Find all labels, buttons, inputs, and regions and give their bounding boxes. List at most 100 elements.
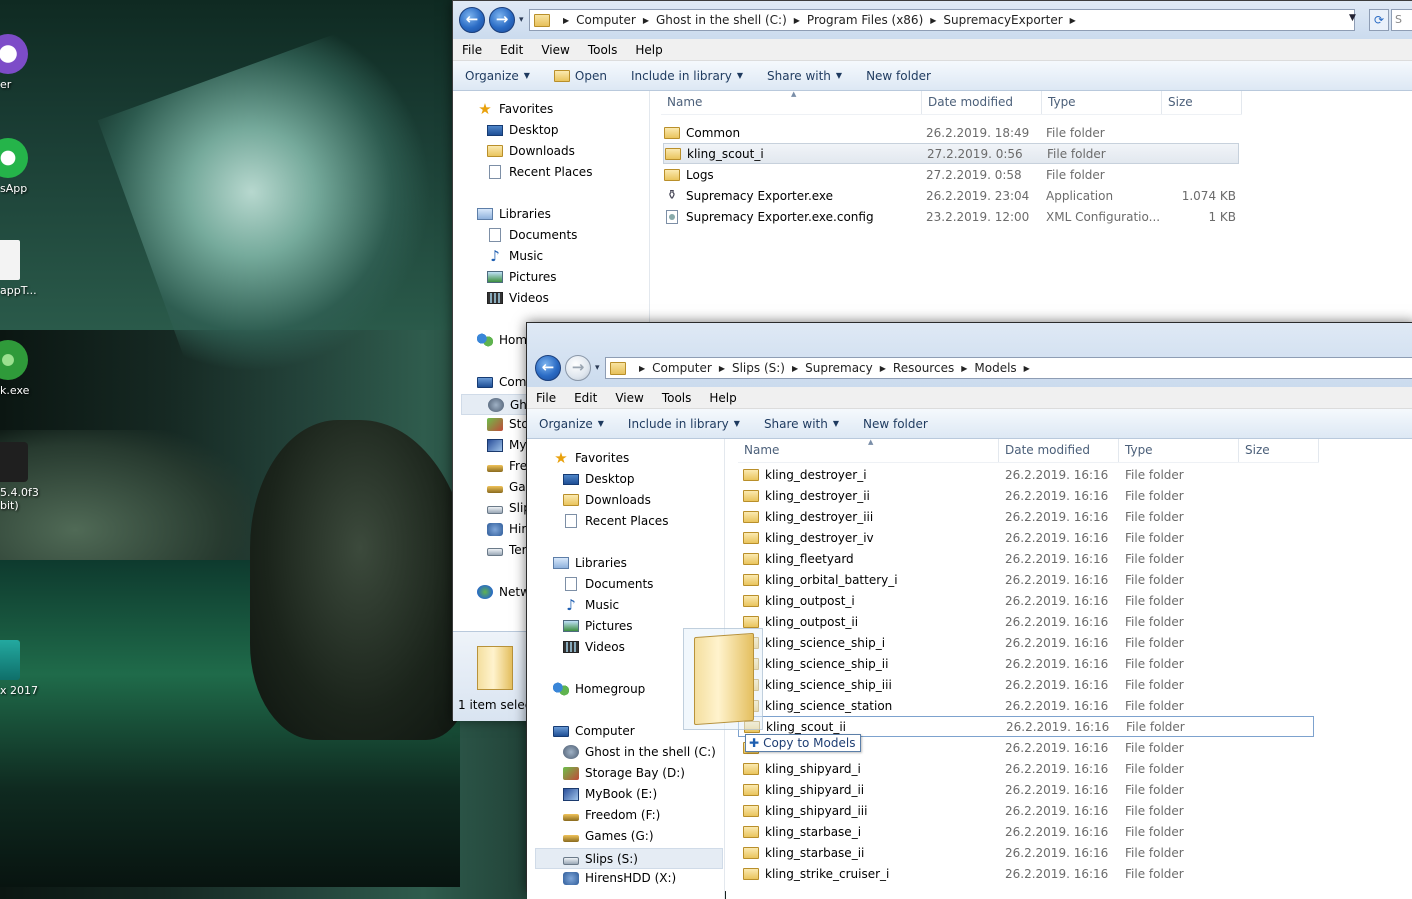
nav-videos[interactable]: Videos (563, 640, 625, 654)
nav-drive-s[interactable]: Slip (487, 501, 531, 515)
nav-drive-x[interactable]: Hir (487, 522, 526, 536)
menu-file[interactable]: File (527, 391, 565, 405)
search-box[interactable]: S (1391, 9, 1412, 31)
open-button[interactable]: Open (542, 69, 619, 83)
organize-button[interactable]: Organize ▼ (527, 417, 616, 431)
nav-drive-f[interactable]: Fre (487, 459, 527, 473)
breadcrumb-computer[interactable]: Computer ▶ (576, 13, 656, 27)
address-bar[interactable]: ▶ Computer ▶ Slips (S:) ▶ Supremacy ▶ Resou… (605, 357, 1412, 379)
nav-favorites[interactable]: ★ Favorites (553, 451, 629, 466)
column-name[interactable]: ▲ Name (661, 91, 922, 114)
nav-pictures[interactable]: Pictures (487, 270, 557, 284)
nav-libraries[interactable]: Libraries (477, 207, 551, 221)
nav-computer[interactable]: Computer (553, 724, 635, 738)
breadcrumb-drive-s[interactable]: Slips (S:) ▶ (732, 361, 805, 375)
nav-documents[interactable]: Documents (563, 577, 653, 591)
column-size[interactable]: Size (1162, 91, 1242, 114)
file-row[interactable]: kling_fleetyard 26.2.2019. 16:16 File fold… (743, 548, 1239, 569)
include-in-library-button[interactable]: Include in library ▼ (616, 417, 752, 431)
nav-drive-e[interactable]: My (487, 438, 526, 452)
file-row[interactable]: kling_starbase_i 26.2.2019. 16:16 File fol… (743, 821, 1239, 842)
nav-network[interactable]: Netw (477, 585, 530, 599)
file-row[interactable]: kling_outpost_ii 26.2.2019. 16:16 File fol… (743, 611, 1239, 632)
nav-desktop[interactable]: Desktop (563, 472, 635, 486)
recent-pages-dropdown[interactable]: ▾ (519, 15, 529, 25)
nav-downloads[interactable]: Downloads (487, 144, 575, 158)
nav-videos[interactable]: Videos (487, 291, 549, 305)
nav-drive-s[interactable]: Slips (S:) (535, 848, 723, 869)
breadcrumb-drive-c[interactable]: Ghost in the shell (C:) ▶ (656, 13, 807, 27)
address-bar[interactable]: ▶ Computer ▶ Ghost in the shell (C:) ▶ Pro… (529, 9, 1355, 31)
file-row[interactable]: kling_starbase_ii 26.2.2019. 16:16 File fo… (743, 842, 1239, 863)
nav-homegroup[interactable]: Hom (477, 333, 527, 347)
menu-tools[interactable]: Tools (579, 43, 627, 57)
nav-drive-g[interactable]: Gar (487, 480, 531, 494)
nav-homegroup[interactable]: Homegroup (553, 682, 645, 696)
breadcrumb-supremacy[interactable]: Supremacy ▶ (805, 361, 893, 375)
file-row-selected[interactable]: kling_scout_i 27.2.2019. 0:56 File folder (663, 143, 1239, 164)
breadcrumb-supremacyexporter[interactable]: SupremacyExporter ▶ (943, 13, 1082, 27)
desktop-icon-3dsmax[interactable]: x 2017 (0, 640, 46, 697)
include-in-library-button[interactable]: Include in library ▼ (619, 69, 755, 83)
menu-tools[interactable]: Tools (653, 391, 701, 405)
file-row[interactable]: kling_destroyer_i 26.2.2019. 16:16 File fo… (743, 464, 1239, 485)
file-row[interactable]: kling_destroyer_ii 26.2.2019. 16:16 File f… (743, 485, 1239, 506)
column-date[interactable]: Date modified (922, 91, 1042, 114)
new-folder-button[interactable]: New folder (854, 69, 943, 83)
file-row[interactable]: Common 26.2.2019. 18:49 File folder (664, 122, 1236, 143)
refresh-icon[interactable]: ⟳ (1369, 9, 1389, 31)
nav-recent-places[interactable]: Recent Places (487, 165, 592, 179)
file-row[interactable]: kling_science_ship_i 26.2.2019. 16:16 File… (743, 632, 1239, 653)
file-row[interactable]: kling_science_ship_iii 26.2.2019. 16:16 Fi… (743, 674, 1239, 695)
nav-drive-d[interactable]: Storage Bay (D:) (563, 766, 685, 780)
desktop-icon-document[interactable]: appT... (0, 240, 46, 297)
menu-view[interactable]: View (606, 391, 652, 405)
file-row[interactable]: kling_science_station 26.2.2019. 16:16 Fil… (743, 695, 1239, 716)
file-row[interactable]: kling_outpost_i 26.2.2019. 16:16 File fold… (743, 590, 1239, 611)
recent-pages-dropdown[interactable]: ▾ (595, 363, 605, 373)
nav-computer[interactable]: Com (477, 375, 526, 389)
column-date[interactable]: Date modified (999, 439, 1119, 462)
nav-drive-x[interactable]: HirensHDD (X:) (563, 871, 676, 885)
forward-button[interactable]: → (489, 7, 515, 33)
menu-view[interactable]: View (532, 43, 578, 57)
nav-drive-c[interactable]: Ghost in the shell (C:) (563, 745, 716, 759)
menu-edit[interactable]: Edit (491, 43, 532, 57)
column-size[interactable]: Size (1239, 439, 1319, 462)
file-row[interactable]: ⚱ Supremacy Exporter.exe 26.2.2019. 23:04… (664, 185, 1236, 206)
nav-recent-places[interactable]: Recent Places (563, 514, 668, 528)
desktop-icon-whatsapp[interactable]: sApp (0, 138, 46, 195)
back-button[interactable]: ← (459, 7, 485, 33)
file-row[interactable]: kling_shipyard_iii 26.2.2019. 16:16 File f… (743, 800, 1239, 821)
column-type[interactable]: Type (1119, 439, 1239, 462)
file-row[interactable]: Supremacy Exporter.exe.config 23.2.2019.… (664, 206, 1236, 227)
nav-music[interactable]: ♪ Music (487, 249, 543, 264)
column-name[interactable]: ▲ Name (738, 439, 999, 462)
explorer-window-models[interactable]: ← → ▾ ▶ Computer ▶ Slips (S:) ▶ Supremacy ▶… (526, 322, 1412, 899)
menu-help[interactable]: Help (700, 391, 745, 405)
nav-drive-g[interactable]: Games (G:) (563, 829, 654, 843)
address-dropdown-icon[interactable]: ▼ (1349, 13, 1356, 23)
file-row[interactable]: kling_destroyer_iii 26.2.2019. 16:16 File … (743, 506, 1239, 527)
forward-button[interactable]: → (565, 355, 591, 381)
column-type[interactable]: Type (1042, 91, 1162, 114)
file-row[interactable]: Logs 27.2.2019. 0:58 File folder (664, 164, 1236, 185)
desktop-icon-unity[interactable]: 5.4.0f3 bit) (0, 442, 46, 512)
nav-music[interactable]: ♪ Music (563, 598, 619, 613)
file-row[interactable]: kling_orbital_battery_i 26.2.2019. 16:16 F… (743, 569, 1239, 590)
nav-drive-f[interactable]: Freedom (F:) (563, 808, 660, 822)
breadcrumb-resources[interactable]: Resources ▶ (893, 361, 974, 375)
file-row[interactable]: kling_shipyard_ii 26.2.2019. 16:16 File fo… (743, 779, 1239, 800)
breadcrumb-program-files[interactable]: Program Files (x86) ▶ (807, 13, 943, 27)
nav-drive-temp[interactable]: Ter (487, 543, 527, 557)
menu-help[interactable]: Help (626, 43, 671, 57)
share-with-button[interactable]: Share with ▼ (752, 417, 851, 431)
file-row[interactable]: kling_destroyer_iv 26.2.2019. 16:16 File f… (743, 527, 1239, 548)
organize-button[interactable]: Organize ▼ (453, 69, 542, 83)
file-row[interactable]: kling_shipyard_i 26.2.2019. 16:16 File fol… (743, 758, 1239, 779)
file-row[interactable]: kling_science_ship_ii 26.2.2019. 16:16 Fil… (743, 653, 1239, 674)
nav-favorites[interactable]: ★ Favorites (477, 102, 553, 117)
nav-drive-d[interactable]: Sto (487, 417, 529, 431)
breadcrumb-models[interactable]: Models ▶ (974, 361, 1036, 375)
breadcrumb-computer[interactable]: Computer ▶ (652, 361, 732, 375)
